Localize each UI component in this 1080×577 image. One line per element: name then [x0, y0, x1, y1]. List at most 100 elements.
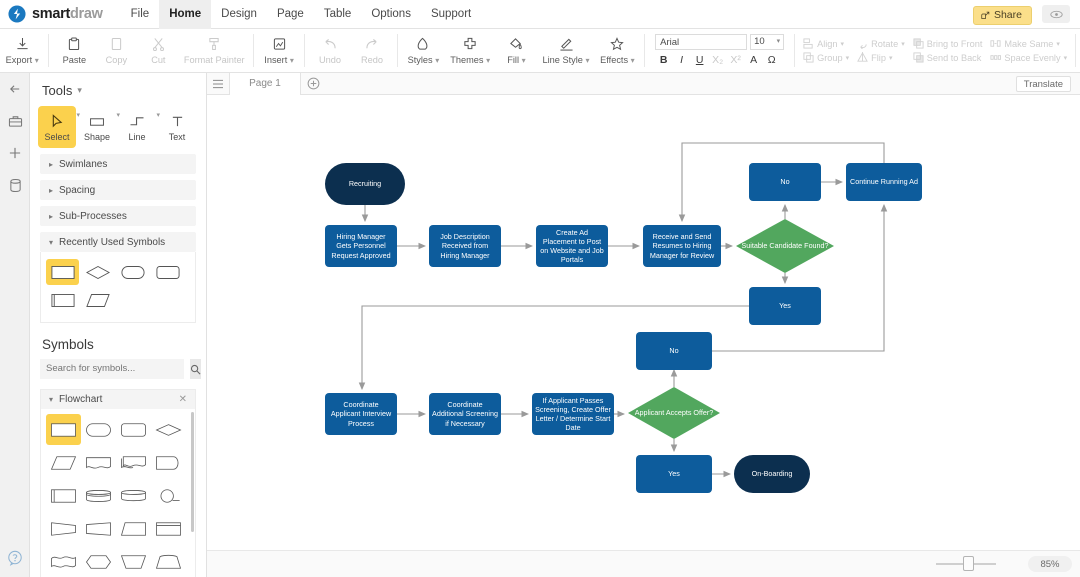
node-hiring-manager-request[interactable]: Hiring Manager Gets Personnel Request Ap… — [325, 225, 397, 267]
back-arrow-icon[interactable] — [0, 73, 30, 105]
node-coordinate-interview[interactable]: Coordinate Applicant Interview Process — [325, 393, 397, 435]
node-coordinate-screening[interactable]: Coordinate Additional Screening if Neces… — [429, 393, 501, 435]
flowchart-manual-input-symbol[interactable] — [116, 546, 151, 577]
flowchart-wave-document-symbol[interactable] — [46, 546, 81, 577]
node-offer-letter[interactable]: If Applicant Passes Screening, Create Of… — [532, 393, 614, 435]
bold-button[interactable]: B — [655, 53, 672, 68]
menu-item-support[interactable]: Support — [421, 0, 481, 29]
insert-button[interactable]: Insert ▾ — [258, 29, 300, 72]
flowchart-rounded-trapezoid-symbol[interactable] — [151, 546, 186, 577]
translate-button[interactable]: Translate — [1016, 76, 1071, 92]
add-page-button[interactable] — [301, 77, 325, 90]
tools-panel-title[interactable]: Tools ▾ — [30, 73, 206, 106]
recent-diamond-symbol[interactable] — [81, 259, 114, 285]
symbol-panel-scrollbar[interactable] — [191, 412, 194, 532]
zoom-percent-label[interactable]: 85% — [1028, 556, 1072, 572]
paste-button[interactable]: Paste — [53, 29, 95, 72]
recent-stadium-symbol[interactable] — [116, 259, 149, 285]
flowchart-stadium-symbol[interactable] — [81, 414, 116, 445]
special-character-button[interactable]: Ω — [763, 53, 780, 68]
tool-text[interactable]: Text — [158, 106, 196, 148]
bring-to-front-button[interactable]: Bring to Front — [913, 38, 983, 49]
close-icon[interactable]: ✕ — [179, 394, 187, 405]
node-no-candidate[interactable]: No — [749, 163, 821, 201]
toolbox-icon[interactable] — [0, 105, 30, 137]
styles-button[interactable]: Styles ▾ — [402, 29, 445, 72]
superscript-button[interactable]: X² — [727, 53, 744, 68]
font-family-select[interactable]: Arial — [655, 34, 747, 50]
export-button[interactable]: Export ▾ — [0, 29, 44, 72]
flowchart-internal-storage-symbol[interactable] — [151, 513, 186, 544]
node-on-boarding[interactable]: On-Boarding — [734, 455, 810, 493]
themes-button[interactable]: Themes ▾ — [445, 29, 496, 72]
text-color-button[interactable]: A — [745, 53, 762, 68]
node-no-offer[interactable]: No — [636, 332, 712, 370]
group-button[interactable]: Group▾ — [803, 52, 849, 63]
format-painter-button[interactable]: Format Painter — [179, 29, 249, 72]
flowchart-rounded-rect-symbol[interactable] — [116, 414, 151, 445]
recent-rounded-rect-symbol[interactable] — [151, 259, 184, 285]
font-size-select[interactable]: 10 ▾ — [750, 34, 784, 50]
zoom-slider-handle[interactable] — [963, 556, 974, 571]
plus-icon[interactable] — [0, 137, 30, 169]
align-button[interactable]: Align▾ — [803, 38, 849, 49]
flowchart-diamond-symbol[interactable] — [151, 414, 186, 445]
node-receive-send-resumes[interactable]: Receive and Send Resumes to Hiring Manag… — [643, 225, 721, 267]
send-to-back-button[interactable]: Send to Back — [913, 52, 983, 63]
menu-item-design[interactable]: Design — [211, 0, 267, 29]
menu-item-options[interactable]: Options — [361, 0, 421, 29]
recent-parallelogram-symbol[interactable] — [81, 287, 114, 313]
node-create-ad-placement[interactable]: Create Ad Placement to Post on Website a… — [536, 225, 608, 267]
undo-button[interactable]: Undo — [309, 29, 351, 72]
menu-item-table[interactable]: Table — [314, 0, 362, 29]
copy-button[interactable]: Copy — [95, 29, 137, 72]
node-continue-running-ad[interactable]: Continue Running Ad — [846, 163, 922, 201]
flowchart-direct-access-storage-symbol[interactable] — [81, 480, 116, 511]
node-suitable-candidate-found[interactable]: Suitable Candidate Found? — [736, 219, 834, 273]
menu-item-file[interactable]: File — [121, 0, 160, 29]
accordion-sub-processes[interactable]: ▸ Sub-Processes — [40, 206, 196, 226]
flowchart-document-symbol[interactable] — [81, 447, 116, 478]
node-recruiting[interactable]: Recruiting — [325, 163, 405, 205]
redo-button[interactable]: Redo — [351, 29, 393, 72]
tool-shape[interactable]: Shape ▾ — [78, 106, 116, 148]
recent-rectangle-symbol[interactable] — [46, 259, 79, 285]
flowchart-hexagon-symbol[interactable] — [81, 546, 116, 577]
flowchart-parallelogram-symbol[interactable] — [46, 447, 81, 478]
flowchart-group-header[interactable]: ▾ Flowchart ✕ — [41, 390, 195, 409]
italic-button[interactable]: I — [673, 53, 690, 68]
flowchart-trapezoid-symbol[interactable] — [81, 513, 116, 544]
flowchart-manual-operation-symbol[interactable] — [116, 513, 151, 544]
underline-button[interactable]: U — [691, 53, 708, 68]
make-same-button[interactable]: Make Same▾ — [990, 38, 1067, 49]
search-button[interactable] — [190, 359, 201, 379]
page-list-icon[interactable] — [207, 79, 229, 89]
flip-button[interactable]: Flip▾ — [857, 52, 905, 63]
space-evenly-button[interactable]: Space Evenly▾ — [990, 52, 1067, 63]
fill-button[interactable]: Fill ▾ — [495, 29, 537, 72]
menu-item-home[interactable]: Home — [159, 0, 211, 29]
menu-item-page[interactable]: Page — [267, 0, 314, 29]
flowchart-multi-document-symbol[interactable] — [116, 447, 151, 478]
node-yes-candidate[interactable]: Yes — [749, 287, 821, 325]
subscript-button[interactable]: X₂ — [709, 53, 726, 68]
cut-button[interactable]: Cut — [137, 29, 179, 72]
node-applicant-accepts-offer[interactable]: Applicant Accepts Offer? — [628, 387, 720, 439]
share-button[interactable]: Share — [973, 6, 1032, 25]
page-tab-1[interactable]: Page 1 — [229, 73, 301, 95]
flowchart-connector-circle-symbol[interactable] — [151, 480, 186, 511]
flowchart-rectangle-symbol[interactable] — [46, 414, 81, 445]
flowchart-merge-symbol[interactable] — [46, 513, 81, 544]
flowchart-magnetic-disk-symbol[interactable] — [116, 480, 151, 511]
help-circle-icon[interactable] — [0, 545, 30, 571]
database-icon[interactable] — [0, 169, 30, 201]
flowchart-process-bar-symbol[interactable] — [46, 480, 81, 511]
effects-button[interactable]: Effects ▾ — [595, 29, 641, 72]
accordion-spacing[interactable]: ▸ Spacing — [40, 180, 196, 200]
tool-select[interactable]: Select ▾ — [38, 106, 76, 148]
node-job-description-received[interactable]: Job Description Received from Hiring Man… — [429, 225, 501, 267]
tool-line[interactable]: Line ▾ — [118, 106, 156, 148]
recent-process-bar-symbol[interactable] — [46, 287, 79, 313]
flowchart-delay-symbol[interactable] — [151, 447, 186, 478]
preview-visibility-button[interactable] — [1042, 5, 1070, 23]
